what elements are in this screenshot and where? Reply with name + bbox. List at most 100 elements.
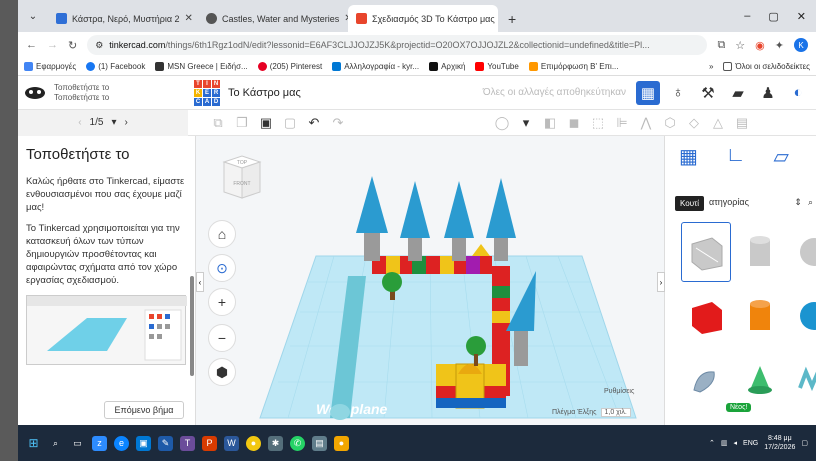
solid-icon[interactable]: ◧ xyxy=(538,115,562,131)
profile-avatar[interactable]: K xyxy=(794,38,808,52)
windows-start-icon[interactable]: ⊞ xyxy=(26,436,41,451)
undo-icon[interactable]: ↶ xyxy=(302,115,326,131)
snap-grid-value[interactable]: 1,0 χιλ. xyxy=(600,408,631,417)
next-step-button[interactable]: › xyxy=(124,117,127,128)
zoom-icon[interactable]: z xyxy=(92,435,107,451)
reload-icon[interactable]: ↻ xyxy=(68,39,77,52)
bookmark-item[interactable]: Εφαρμογές xyxy=(24,62,76,71)
profile-icon[interactable]: ◐ xyxy=(786,81,810,105)
notes-icon[interactable]: △ xyxy=(706,115,730,131)
prev-step-button[interactable]: ‹ xyxy=(78,117,81,128)
files-icon[interactable]: ▤ xyxy=(312,435,327,451)
puzzle-icon[interactable]: ✦ xyxy=(775,39,784,52)
store-icon[interactable]: ▣ xyxy=(136,435,151,451)
network-icon[interactable]: ▥ xyxy=(721,439,728,447)
user-info[interactable]: Τοποθετήστε το Τοποθετήστε το xyxy=(18,83,188,103)
all-bookmarks[interactable]: Όλοι οι σελιδοδείκτες xyxy=(723,62,810,71)
search-icon[interactable]: ⌕ xyxy=(48,436,63,451)
chrome-active-icon[interactable]: ● xyxy=(334,435,349,451)
bricks-icon[interactable]: ⚒ xyxy=(696,81,720,105)
cylinder-hole-shape[interactable] xyxy=(735,222,785,282)
bookmark-item[interactable]: Αλληλογραφία - kyr... xyxy=(332,62,419,71)
grid-tab-icon[interactable]: ▦ xyxy=(679,144,698,169)
language-indicator[interactable]: ENG xyxy=(743,440,758,447)
align-icon[interactable]: ⊫ xyxy=(610,115,634,131)
workplane-icon[interactable]: ⬡ xyxy=(658,115,682,131)
bookmark-item[interactable]: Επιμόρφωση Β' Επι... xyxy=(528,62,619,71)
new-tab-button[interactable]: + xyxy=(498,5,526,32)
box-hole-shape[interactable] xyxy=(681,222,731,282)
next-step-button[interactable]: Επόμενο βήμα xyxy=(104,401,184,419)
search-icon[interactable]: ⌕ xyxy=(808,197,813,208)
grid-view-button[interactable]: ▦ xyxy=(636,80,660,105)
workplane-canvas[interactable]: TOP FRONT ⌂ ⊙ + − ⬢ ‹ Workplane Ρυθμίσει… xyxy=(196,136,664,425)
tinkercad-logo[interactable]: T I N K E R C A D xyxy=(194,79,220,106)
bookmark-item[interactable]: Αρχική xyxy=(429,62,465,71)
delete-icon[interactable]: ▢ xyxy=(278,115,302,131)
close-window-button[interactable]: ✕ xyxy=(797,10,806,23)
extension-icon[interactable]: ◉ xyxy=(755,39,765,52)
paste-icon[interactable]: ❐ xyxy=(230,115,254,131)
blocks-icon[interactable]: ♁ xyxy=(666,81,690,105)
browser-tab-3[interactable]: Σχεδιασμός 3D Το Κάστρο μας ✕ xyxy=(348,5,498,32)
cylinder-shape[interactable] xyxy=(735,286,785,346)
add-user-icon[interactable]: ♟ xyxy=(756,81,780,105)
address-bar[interactable]: ⚙ tinkercad.com/things/6th1Rgz1odN/edit?… xyxy=(87,35,708,55)
ruler-tab-icon[interactable]: ∟ xyxy=(726,144,746,169)
group-icon[interactable]: ⬚ xyxy=(586,115,610,131)
bookmark-item[interactable]: (205) Pinterest xyxy=(257,62,322,71)
bookmarks-more[interactable]: » xyxy=(709,62,713,71)
maximize-button[interactable]: ▢ xyxy=(768,10,778,23)
tool-icon[interactable]: ✱ xyxy=(268,435,283,451)
redo-icon[interactable]: ↷ xyxy=(326,115,350,131)
scribble-shape[interactable] xyxy=(681,350,731,410)
project-name[interactable]: Το Κάστρο μας xyxy=(228,87,301,99)
paraboloid-shape[interactable] xyxy=(735,350,785,410)
settings-label[interactable]: Ρυθμίσεις xyxy=(604,388,634,395)
copy-icon[interactable]: ⧉ xyxy=(206,115,230,131)
site-info-icon[interactable]: ⚙ xyxy=(95,40,103,51)
chevron-down-icon[interactable]: ▾ xyxy=(111,117,116,128)
chevron-down-icon[interactable]: ▾ xyxy=(514,115,538,131)
powerpoint-icon[interactable]: P xyxy=(202,435,217,451)
ruler-icon[interactable]: ◇ xyxy=(682,115,706,131)
forward-arrow-icon[interactable]: → xyxy=(47,39,58,51)
sphere-hole-shape[interactable] xyxy=(789,222,816,282)
notes-tab-icon[interactable]: ▱ xyxy=(774,144,789,169)
edge-icon[interactable]: e xyxy=(114,435,129,451)
tray-chevron-icon[interactable]: ⌃ xyxy=(709,439,715,447)
text-shape[interactable] xyxy=(789,350,816,410)
bookmark-item[interactable]: (1) Facebook xyxy=(86,62,145,71)
task-view-icon[interactable]: ▭ xyxy=(70,436,85,451)
category-dropdown[interactable]: ατηγορίας ⇕ ⌕ xyxy=(709,192,813,212)
hole-icon[interactable]: ◼ xyxy=(562,115,586,131)
snap-grid[interactable]: Πλέγμα Έλξης 1,0 χιλ. xyxy=(552,408,631,417)
tab-search-button[interactable]: ⌄ xyxy=(18,0,48,32)
sphere-shape[interactable] xyxy=(789,286,816,346)
collapse-right-panel[interactable]: › xyxy=(657,272,665,292)
install-icon[interactable]: ⧉ xyxy=(717,39,725,52)
browser-tab-2[interactable]: Castles, Water and Mysteries ✕ xyxy=(198,5,348,32)
close-tab-icon[interactable]: ✕ xyxy=(185,13,193,24)
bookmark-star-icon[interactable]: ☆ xyxy=(735,39,745,52)
volume-icon[interactable]: ◂ xyxy=(734,439,738,447)
mirror-icon[interactable]: ⋀ xyxy=(634,115,658,131)
duplicate-icon[interactable]: ▣ xyxy=(254,115,278,131)
clock[interactable]: 8:48 μμ 17/2/2026 xyxy=(764,434,795,452)
paint-icon[interactable]: ✎ xyxy=(158,435,173,451)
back-arrow-icon[interactable]: ← xyxy=(26,39,37,51)
minimize-button[interactable]: – xyxy=(744,10,750,22)
lightbulb-icon[interactable]: ◯ xyxy=(490,115,514,131)
bookmark-item[interactable]: YouTube xyxy=(475,62,519,71)
box-shape[interactable] xyxy=(681,286,731,346)
step-selector[interactable]: 1/5 xyxy=(90,117,104,128)
browser-tab-1[interactable]: Κάστρα, Νερό, Μυστήρια 2 ✕ xyxy=(48,5,198,32)
teams-icon[interactable]: T xyxy=(180,435,195,451)
sim-lab-icon[interactable]: ▰ xyxy=(726,81,750,105)
lesson-scrollbar[interactable] xyxy=(190,276,194,376)
chrome-icon[interactable]: ● xyxy=(246,435,261,451)
notification-icon[interactable]: ▢ xyxy=(801,439,808,447)
word-icon[interactable]: W xyxy=(224,435,239,451)
more-icon[interactable]: ▤ xyxy=(730,115,754,131)
whatsapp-icon[interactable]: ✆ xyxy=(290,435,305,451)
